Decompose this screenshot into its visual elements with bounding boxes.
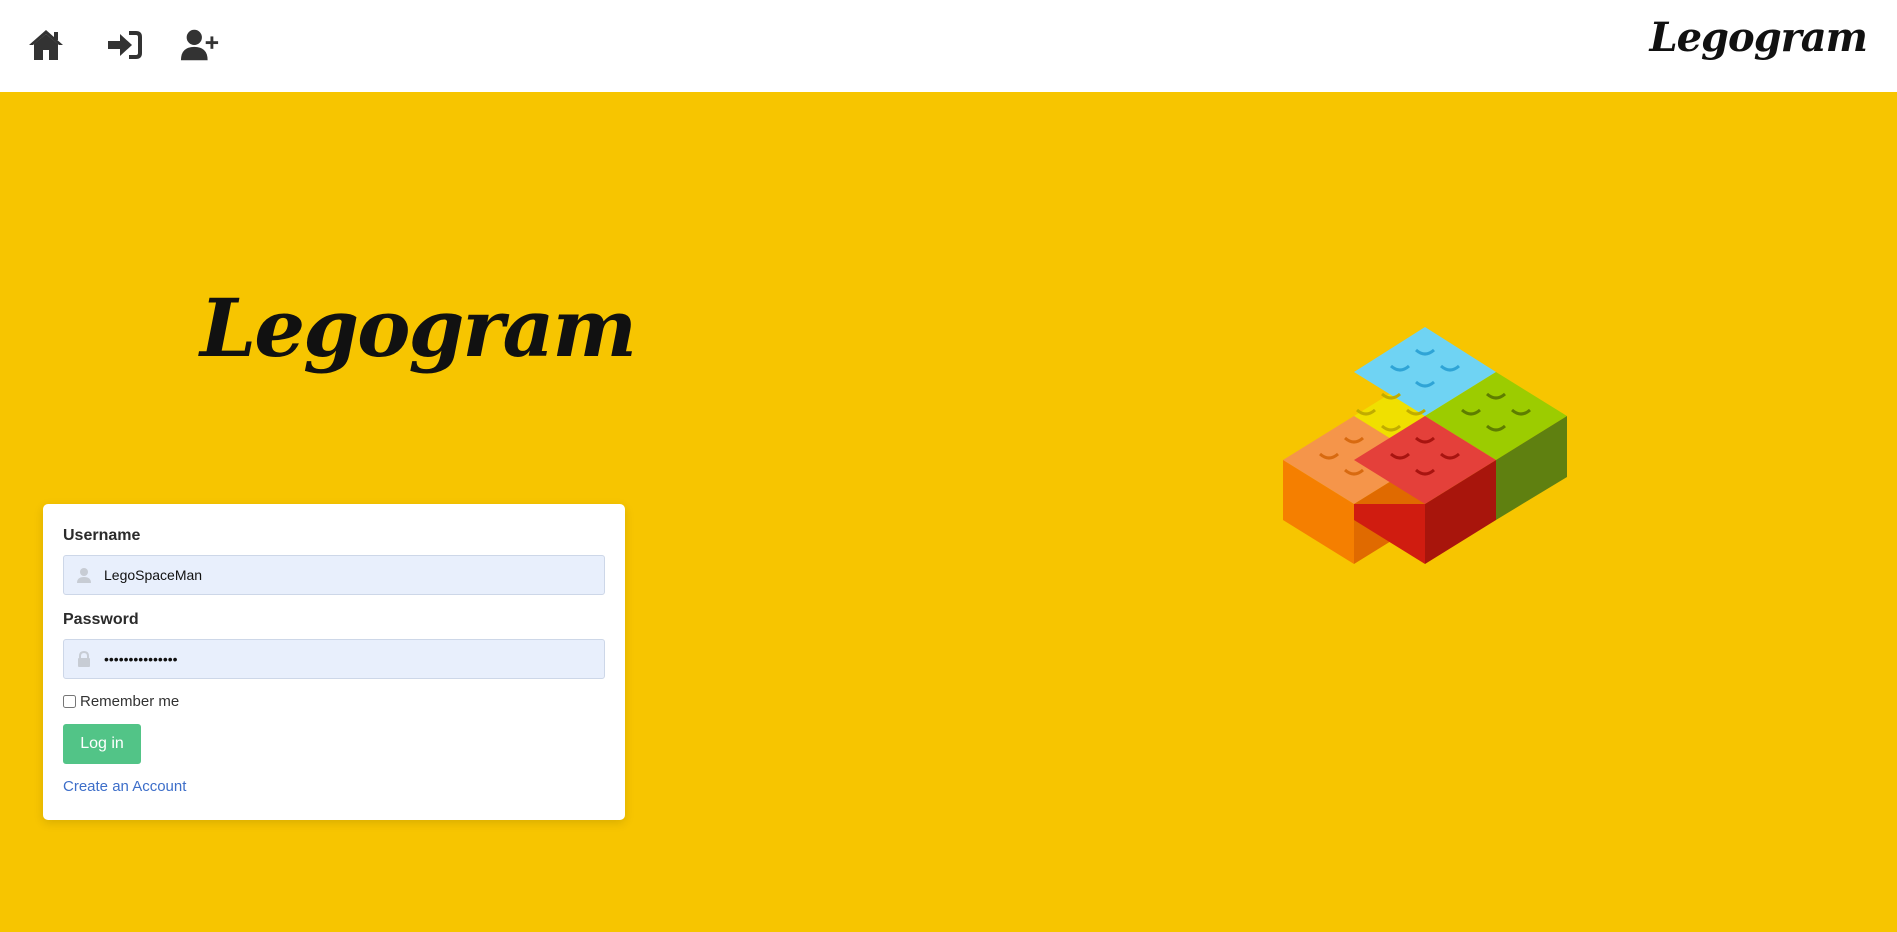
password-label: Password [63, 611, 139, 628]
user-icon [64, 556, 98, 594]
password-input[interactable] [98, 640, 578, 678]
lego-bricks-illustration [1240, 322, 1610, 577]
top-navbar: Legogram [0, 0, 1897, 92]
login-card: Username Password Remember me Log in Cre… [43, 504, 625, 820]
username-input[interactable] [98, 556, 578, 594]
hero-brand: Legogram [200, 281, 637, 375]
username-field-wrapper [63, 555, 605, 595]
home-icon[interactable] [26, 25, 66, 65]
create-account-link[interactable]: Create an Account [63, 778, 186, 795]
remember-me-checkbox[interactable] [63, 695, 76, 708]
sign-in-icon[interactable] [104, 25, 144, 65]
password-field-wrapper [63, 639, 605, 679]
login-button[interactable]: Log in [63, 724, 141, 764]
username-label: Username [63, 527, 141, 544]
lock-icon [64, 640, 98, 678]
remember-me[interactable]: Remember me [63, 693, 179, 710]
user-plus-icon[interactable] [180, 25, 220, 65]
remember-me-label: Remember me [80, 693, 180, 710]
navbar-brand[interactable]: Legogram [1649, 14, 1868, 61]
